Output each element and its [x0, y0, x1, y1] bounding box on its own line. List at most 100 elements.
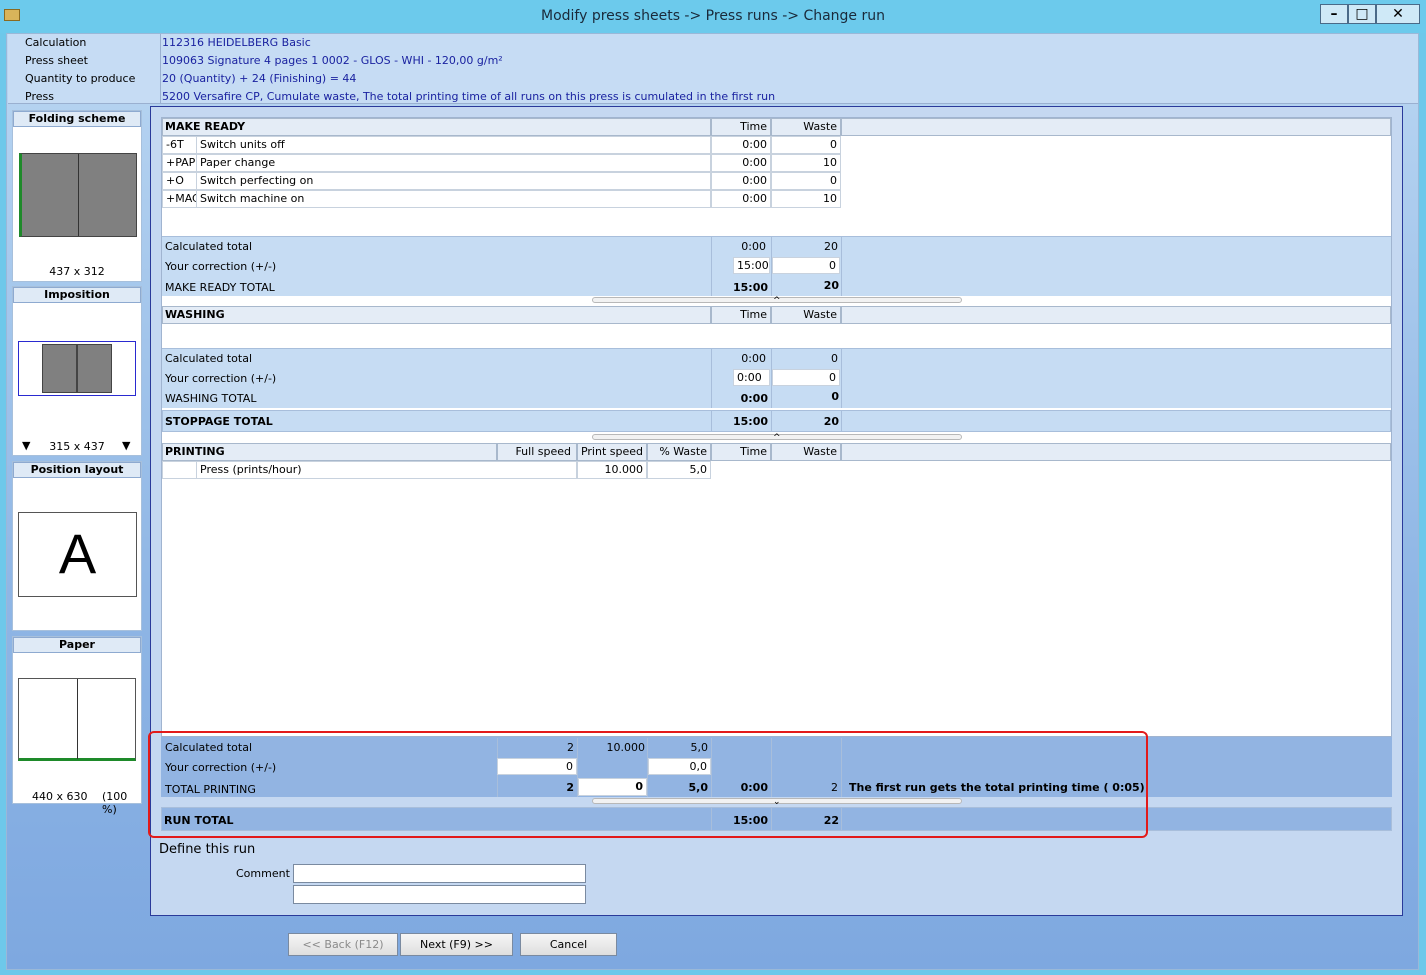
makeready-calc-label: Calculated total — [165, 240, 253, 253]
info-label: Quantity to produce — [25, 72, 136, 85]
info-label: Calculation — [25, 36, 87, 49]
col-time-header: Time — [711, 306, 771, 324]
panel-title: Folding scheme — [13, 111, 141, 127]
makeready-waste[interactable]: 10 — [771, 190, 841, 208]
makeready-corr-label: Your correction (+/-) — [165, 260, 277, 273]
makeready-time[interactable]: 0:00 — [711, 154, 771, 172]
printing-print-speed[interactable]: 10.000 — [577, 461, 647, 479]
info-label: Press sheet — [25, 54, 88, 67]
washing-corr-waste-input[interactable]: 0 — [772, 369, 840, 386]
paper-fold-line — [77, 679, 78, 759]
position-layout-panel[interactable]: Position layout A — [12, 461, 142, 631]
stoppage-total-waste: 20 — [823, 415, 839, 428]
paper-percent: (100 %) — [102, 790, 128, 816]
col-full-speed-header: Full speed — [497, 443, 577, 461]
makeready-code[interactable]: +O — [162, 172, 197, 190]
info-value: 112316 HEIDELBERG Basic — [162, 36, 311, 49]
printing-desc[interactable]: Press (prints/hour) — [196, 461, 577, 479]
info-value: 20 (Quantity) + 24 (Finishing) = 44 — [162, 72, 357, 85]
panel-title: Imposition — [13, 287, 141, 303]
info-label: Press — [25, 90, 54, 103]
stoppage-total-time: 15:00 — [732, 415, 768, 428]
makeready-code[interactable]: -6T — [162, 136, 197, 154]
comment-input[interactable] — [293, 864, 586, 883]
makeready-time[interactable]: 0:00 — [711, 190, 771, 208]
info-header: Calculation 112316 HEIDELBERG Basic Pres… — [8, 34, 1418, 104]
makeready-corr-time-input[interactable]: 15:00 — [733, 257, 770, 274]
col-pct-waste-header: % Waste — [647, 443, 711, 461]
makeready-desc[interactable]: Paper change — [196, 154, 711, 172]
washing-calc-time: 0:00 — [741, 352, 766, 365]
comment-label: Comment — [236, 867, 290, 880]
chevron-up-icon[interactable]: ^ — [773, 434, 781, 443]
info-value: 109063 Signature 4 pages 1 0002 - GLOS -… — [162, 54, 503, 67]
printing-pct-waste[interactable]: 5,0 — [647, 461, 711, 479]
col-print-speed-header: Print speed — [577, 443, 647, 461]
divider — [841, 237, 842, 296]
folding-size: 437 x 312 — [49, 265, 105, 278]
imposition-panel[interactable]: Imposition ▼ 315 x 437 ▼ — [12, 286, 142, 456]
paper-size: 440 x 630 — [32, 790, 88, 803]
makeready-waste[interactable]: 10 — [771, 154, 841, 172]
col-waste-header: Waste — [771, 118, 841, 136]
maximize-button[interactable]: □ — [1348, 4, 1376, 24]
cancel-button[interactable]: Cancel — [520, 933, 617, 956]
divider — [711, 411, 712, 432]
makeready-corr-waste-input[interactable]: 0 — [772, 257, 840, 274]
printing-header: PRINTING — [162, 443, 497, 461]
makeready-waste[interactable]: 0 — [771, 136, 841, 154]
col-time-header: Time — [711, 443, 771, 461]
col-time-header: Time — [711, 118, 771, 136]
define-run-title: Define this run — [159, 842, 256, 857]
col-waste-header: Waste — [771, 306, 841, 324]
chevron-up-icon[interactable]: ^ — [773, 297, 781, 306]
highlight-frame — [148, 731, 1148, 838]
makeready-code[interactable]: +MAC — [162, 190, 197, 208]
divider — [711, 237, 712, 296]
makeready-desc[interactable]: Switch units off — [196, 136, 711, 154]
makeready-total-label: MAKE READY TOTAL — [165, 281, 275, 294]
folding-scheme-panel[interactable]: Folding scheme 437 x 312 — [12, 110, 142, 282]
washing-header: WASHING — [162, 306, 711, 324]
stoppage-total-label: STOPPAGE TOTAL — [165, 415, 273, 428]
imposition-page-right — [77, 344, 112, 393]
position-letter: A — [18, 512, 137, 597]
header-filler — [841, 306, 1391, 324]
header-filler — [841, 443, 1391, 461]
washing-corr-label: Your correction (+/-) — [165, 372, 277, 385]
makeready-header: MAKE READY — [162, 118, 711, 136]
printing-code[interactable] — [162, 461, 197, 479]
makeready-calc-waste: 20 — [824, 240, 838, 253]
back-button[interactable]: << Back (F12) — [288, 933, 398, 956]
close-button[interactable]: ✕ — [1376, 4, 1420, 24]
panel-title: Paper — [13, 637, 141, 653]
makeready-code[interactable]: +PAP — [162, 154, 197, 172]
col-waste-header: Waste — [771, 443, 841, 461]
washing-total-time: 0:00 — [740, 392, 768, 405]
makeready-desc[interactable]: Switch machine on — [196, 190, 711, 208]
washing-total-label: WASHING TOTAL — [165, 392, 257, 405]
info-row-press-sheet: Press sheet 109063 Signature 4 pages 1 0… — [8, 52, 1418, 70]
info-value: 5200 Versafire CP, Cumulate waste, The t… — [162, 90, 776, 103]
washing-corr-time-input[interactable]: 0:00 — [733, 369, 770, 386]
info-divider — [160, 34, 161, 104]
makeready-waste[interactable]: 0 — [771, 172, 841, 190]
makeready-calc-time: 0:00 — [741, 240, 766, 253]
window-title: Modify press sheets -> Press runs -> Cha… — [540, 8, 885, 24]
washing-calc-waste: 0 — [831, 352, 838, 365]
makeready-desc[interactable]: Switch perfecting on — [196, 172, 711, 190]
imposition-page-left — [42, 344, 77, 393]
header-filler — [841, 118, 1391, 136]
info-row-calculation: Calculation 112316 HEIDELBERG Basic — [8, 34, 1418, 52]
paper-panel[interactable]: Paper 440 x 630 (100 %) — [12, 636, 142, 816]
next-button[interactable]: Next (F9) >> — [400, 933, 513, 956]
minimize-button[interactable]: – — [1320, 4, 1348, 24]
triangle-down-icon[interactable]: ▼ — [122, 439, 130, 452]
makeready-time[interactable]: 0:00 — [711, 136, 771, 154]
washing-calc-label: Calculated total — [165, 352, 253, 365]
makeready-time[interactable]: 0:00 — [711, 172, 771, 190]
comment-input-2[interactable] — [293, 885, 586, 904]
panel-title: Position layout — [13, 462, 141, 478]
makeready-total-waste: 20 — [823, 279, 839, 292]
divider — [711, 349, 712, 408]
